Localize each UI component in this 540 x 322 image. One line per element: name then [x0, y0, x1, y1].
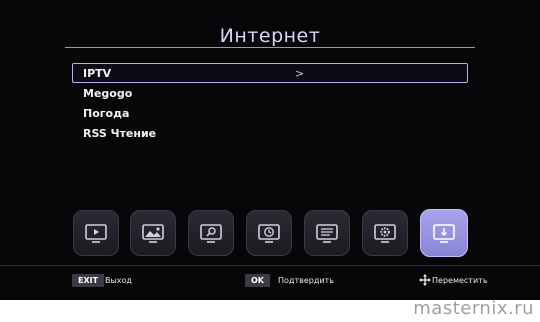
- watermark: masternix.ru: [413, 298, 534, 319]
- menu-item-rss[interactable]: RSS Чтение: [72, 123, 468, 143]
- ok-key-badge[interactable]: OK: [245, 274, 270, 287]
- ok-key-label: Подтвердить: [278, 276, 334, 285]
- app-dock: [0, 209, 540, 260]
- menu-item-label: Megogo: [83, 87, 133, 100]
- menu-item-label: IPTV: [83, 67, 112, 80]
- move-arrows-icon: [419, 274, 431, 286]
- exit-key-badge[interactable]: EXIT: [72, 274, 105, 287]
- menu-item-label: Погода: [83, 107, 130, 120]
- dock-tile-search[interactable]: [188, 210, 234, 256]
- chevron-right-icon: >: [295, 67, 305, 80]
- list-icon: [316, 224, 338, 243]
- dock-tile-media[interactable]: [130, 210, 176, 256]
- move-label: Переместить: [432, 276, 488, 285]
- dock-tile-settings[interactable]: [362, 210, 408, 256]
- tv-screen: Интернет IPTV > Megogo Погода RSS Чтение: [0, 0, 540, 300]
- dock-tile-timer[interactable]: [246, 210, 292, 256]
- settings-icon: [374, 224, 396, 243]
- dock-tile-guide[interactable]: [304, 210, 350, 256]
- picture-icon: [142, 224, 164, 243]
- tv-play-icon: [85, 224, 107, 243]
- footer-divider: [0, 265, 540, 266]
- menu-item-iptv[interactable]: IPTV >: [72, 63, 468, 83]
- title-divider: [65, 47, 475, 48]
- exit-key-label: Выход: [105, 276, 132, 285]
- page-title: Интернет: [219, 25, 321, 47]
- internet-menu: IPTV > Megogo Погода RSS Чтение: [72, 63, 468, 143]
- clock-icon: [258, 224, 280, 243]
- search-icon: [200, 224, 222, 243]
- dock-tile-tv[interactable]: [73, 210, 119, 256]
- dock-tile-internet[interactable]: [420, 209, 468, 257]
- internet-icon: [433, 224, 455, 243]
- menu-item-label: RSS Чтение: [83, 127, 157, 140]
- menu-item-megogo[interactable]: Megogo: [72, 83, 468, 103]
- menu-item-weather[interactable]: Погода: [72, 103, 468, 123]
